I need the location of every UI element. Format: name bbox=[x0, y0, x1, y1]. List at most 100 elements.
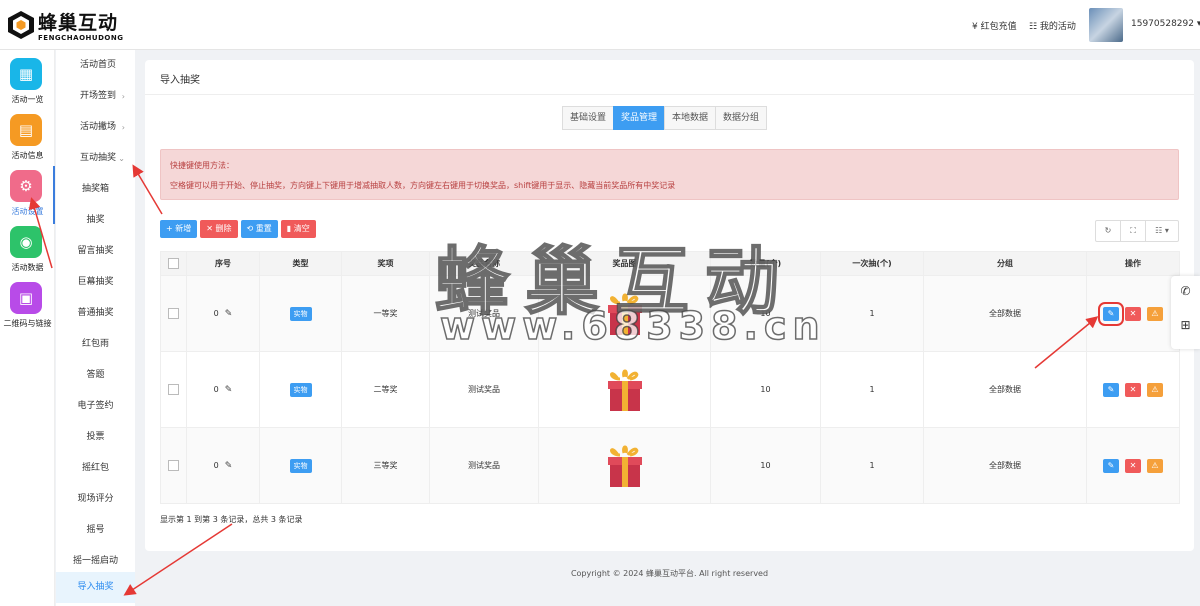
tab-local-data[interactable]: 本地数据 bbox=[664, 106, 717, 130]
chevron-right-icon: › bbox=[121, 92, 125, 101]
row-checkbox[interactable] bbox=[168, 384, 179, 395]
submenu-label: 抽奖 bbox=[86, 215, 105, 225]
fullscreen-icon[interactable]: ⛶ bbox=[1121, 221, 1146, 241]
submenu-label: 摇号 bbox=[86, 525, 105, 535]
user-menu[interactable]: 15970528292 ▾ bbox=[1131, 19, 1200, 29]
select-all-checkbox[interactable] bbox=[168, 258, 179, 269]
submenu-item[interactable]: 答题 bbox=[56, 360, 135, 391]
delete-row-button[interactable]: ✕ bbox=[1125, 306, 1141, 321]
iconbar-item-settings[interactable]: ⚙ 活动设置 bbox=[0, 166, 55, 224]
edit-button[interactable]: ✎ bbox=[1098, 301, 1124, 326]
col-header[interactable]: 奖项 bbox=[341, 251, 430, 276]
clear-button[interactable]: ▮ 清空 bbox=[280, 220, 316, 238]
once-cell: 1 bbox=[820, 275, 924, 352]
col-header[interactable]: 奖品名称 bbox=[429, 251, 539, 276]
warning-button[interactable]: ⚠ bbox=[1147, 458, 1163, 473]
reset-button[interactable]: ⟲ 重置 bbox=[240, 220, 278, 238]
name-cell: 测试奖品 bbox=[429, 351, 539, 428]
delete-row-button[interactable]: ✕ bbox=[1125, 382, 1141, 397]
submenu-item[interactable]: 巨幕抽奖 bbox=[56, 267, 135, 298]
submenu-item[interactable]: 摇号 bbox=[56, 515, 135, 546]
iconbar-item-data[interactable]: ◉ 活动数据 bbox=[0, 222, 55, 280]
main-panel: 导入抽奖 基础设置 奖品管理 本地数据 数据分组 快捷键使用方法： 空格键可以用… bbox=[145, 60, 1194, 551]
shortcut-tips: 快捷键使用方法： 空格键可以用于开始、停止抽奖，方向键上下键用于增减抽取人数，方… bbox=[160, 149, 1179, 200]
refresh-icon[interactable]: ↻ bbox=[1096, 221, 1121, 241]
select-all-cell[interactable] bbox=[160, 251, 187, 276]
pencil-icon[interactable]: ✎ bbox=[225, 461, 233, 471]
qty-cell: 10 bbox=[710, 427, 821, 504]
warning-button[interactable]: ⚠ bbox=[1147, 382, 1163, 397]
submenu-item[interactable]: 红包雨 bbox=[56, 329, 135, 360]
submenu-item[interactable]: 活动首页 bbox=[56, 50, 135, 81]
col-header[interactable]: 一次抽(个) bbox=[820, 251, 924, 276]
gift-box-icon[interactable] bbox=[602, 441, 648, 489]
submenu-item-active[interactable]: 导入抽奖 bbox=[56, 572, 135, 603]
row-checkbox[interactable] bbox=[168, 308, 179, 319]
qrcode-icon[interactable]: ⊞ bbox=[1177, 318, 1194, 335]
grid-icon: ▦ bbox=[10, 58, 42, 90]
submenu-item[interactable]: 普通抽奖 bbox=[56, 298, 135, 329]
brand-logo[interactable]: 蜂巢互动 FENGCHAOHUDONG bbox=[6, 8, 136, 44]
row-actions: ✎ ✕ ⚠ bbox=[1103, 382, 1163, 397]
edit-button[interactable]: ✎ bbox=[1103, 382, 1119, 397]
submenu-label: 导入抽奖 bbox=[77, 582, 114, 592]
iconbar-item-overview[interactable]: ▦ 活动一览 bbox=[0, 54, 55, 112]
submenu-item[interactable]: 摇红包 bbox=[56, 453, 135, 484]
submenu-label: 巨幕抽奖 bbox=[77, 277, 114, 287]
submenu-item[interactable]: 电子签约 bbox=[56, 391, 135, 422]
submenu-item[interactable]: 活动撇场 › bbox=[56, 112, 135, 143]
col-header[interactable]: 类型 bbox=[259, 251, 342, 276]
image-cell bbox=[538, 427, 711, 504]
table-row: 0 ✎ 实物 一等奖 测试奖品 10 1 全部数据 ✎ ✕ ⚠ bbox=[160, 275, 1180, 352]
tab-prize-management[interactable]: 奖品管理 bbox=[613, 106, 666, 130]
recharge-link[interactable]: ¥ 红包充值 bbox=[972, 19, 1017, 32]
col-header[interactable]: 数量(个) bbox=[710, 251, 821, 276]
submenu-label: 普通抽奖 bbox=[77, 308, 114, 318]
level-cell: 一等奖 bbox=[341, 275, 430, 352]
col-header[interactable]: 分组 bbox=[923, 251, 1087, 276]
iconbar-label: 活动数据 bbox=[11, 263, 44, 272]
gift-box-icon[interactable] bbox=[602, 365, 648, 413]
submenu-item[interactable]: 投票 bbox=[56, 422, 135, 453]
row-select-cell[interactable] bbox=[160, 351, 187, 428]
iconbar-item-info[interactable]: ▤ 活动信息 bbox=[0, 110, 55, 168]
row-checkbox[interactable] bbox=[168, 460, 179, 471]
warning-button[interactable]: ⚠ bbox=[1147, 306, 1163, 321]
table-header-row: 序号 类型 奖项 奖品名称 奖品图 数量(个) 一次抽(个) 分组 操作 bbox=[160, 251, 1180, 276]
row-actions: ✎ ✕ ⚠ bbox=[1098, 301, 1163, 326]
delete-row-button[interactable]: ✕ bbox=[1125, 458, 1141, 473]
submenu-label: 开场签到 bbox=[80, 91, 117, 101]
pencil-icon[interactable]: ✎ bbox=[225, 385, 233, 395]
row-select-cell[interactable] bbox=[160, 427, 187, 504]
phone-icon[interactable]: ✆ bbox=[1177, 284, 1194, 301]
iconbar-label: 二维码与链接 bbox=[3, 319, 52, 328]
gear-icon: ⚙ bbox=[10, 170, 42, 202]
tab-data-group[interactable]: 数据分组 bbox=[715, 106, 768, 130]
submenu-item[interactable]: 现场评分 bbox=[56, 484, 135, 515]
tab-basic-settings[interactable]: 基础设置 bbox=[562, 106, 615, 130]
submenu-item[interactable]: 开场签到 › bbox=[56, 81, 135, 112]
my-activity-link[interactable]: ☷ 我的活动 bbox=[1029, 19, 1076, 32]
type-cell: 实物 bbox=[259, 275, 342, 352]
iconbar-label: 活动信息 bbox=[11, 151, 44, 160]
col-header[interactable]: 奖品图 bbox=[538, 251, 711, 276]
edit-button[interactable]: ✎ bbox=[1103, 458, 1119, 473]
submenu-label: 活动撇场 bbox=[80, 122, 117, 132]
submenu-item[interactable]: 互动抽奖 ⌄ bbox=[56, 143, 135, 174]
columns-icon[interactable]: ☷ ▾ bbox=[1146, 221, 1178, 241]
delete-button[interactable]: ✕ 删除 bbox=[200, 220, 238, 238]
prize-table: 序号 类型 奖项 奖品名称 奖品图 数量(个) 一次抽(个) 分组 操作 0 ✎ … bbox=[160, 251, 1180, 504]
iconbar-item-qrcode[interactable]: ▣ 二维码与链接 bbox=[0, 278, 55, 336]
add-button[interactable]: + 新增 bbox=[160, 220, 198, 238]
pencil-icon[interactable]: ✎ bbox=[225, 309, 233, 319]
row-select-cell[interactable] bbox=[160, 275, 187, 352]
col-header[interactable]: 序号 bbox=[186, 251, 260, 276]
table-row: 0 ✎ 实物 二等奖 测试奖品 10 1 全部数据 ✎ ✕ ⚠ bbox=[160, 351, 1180, 428]
submenu-item[interactable]: 抽奖 bbox=[56, 205, 135, 236]
submenu-item[interactable]: 留言抽奖 bbox=[56, 236, 135, 267]
top-header: 蜂巢互动 FENGCHAOHUDONG ¥ 红包充值 ☷ 我的活动 159705… bbox=[0, 0, 1200, 50]
gift-box-icon[interactable] bbox=[602, 289, 648, 337]
avatar[interactable] bbox=[1089, 8, 1123, 42]
tips-body: 空格键可以用于开始、停止抽奖，方向键上下键用于增减抽取人数，方向键左右键用于切换… bbox=[170, 181, 676, 190]
submenu-item[interactable]: 抽奖箱 bbox=[56, 174, 135, 205]
